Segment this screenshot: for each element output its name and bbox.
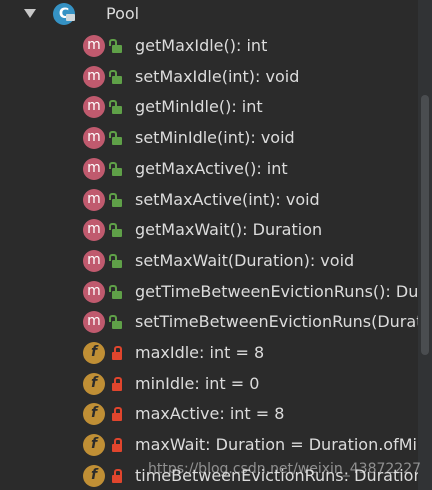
- public-lock-icon: [109, 162, 122, 176]
- method-icon: m: [83, 35, 105, 57]
- method-icon: m: [83, 250, 105, 272]
- member-label: getMinIdle(): int: [135, 97, 263, 116]
- method-item[interactable]: m setMaxActive(int): void: [0, 185, 418, 216]
- method-icon: m: [83, 127, 105, 149]
- method-item[interactable]: m getMaxWait(): Duration: [0, 215, 418, 246]
- method-icon: m: [83, 158, 105, 180]
- method-icon: m: [83, 281, 105, 303]
- method-icon: m: [83, 311, 105, 333]
- public-lock-icon: [109, 254, 122, 268]
- method-item[interactable]: m getMaxIdle(): int: [0, 31, 418, 62]
- member-label: getTimeBetweenEvictionRuns(): Dur: [135, 282, 418, 301]
- member-label: getMaxActive(): int: [135, 159, 288, 178]
- member-label: getMaxIdle(): int: [135, 36, 268, 55]
- private-lock-icon: [112, 346, 122, 360]
- field-icon: f: [83, 434, 105, 456]
- private-lock-icon: [112, 438, 122, 452]
- public-lock-icon: [109, 315, 122, 329]
- method-icon: m: [83, 66, 105, 88]
- member-label: getMaxWait(): Duration: [135, 220, 323, 239]
- method-icon: m: [83, 219, 105, 241]
- member-label: maxIdle: int = 8: [135, 343, 265, 362]
- member-label: setMinIdle(int): void: [135, 128, 295, 147]
- method-icon: m: [83, 96, 105, 118]
- method-item[interactable]: m setMaxWait(Duration): void: [0, 246, 418, 277]
- field-item[interactable]: f maxIdle: int = 8: [0, 338, 418, 369]
- private-lock-icon: [112, 469, 122, 483]
- member-label: maxWait: Duration = Duration.ofMill: [135, 435, 418, 454]
- method-item[interactable]: m setMaxIdle(int): void: [0, 62, 418, 93]
- field-icon: f: [83, 403, 105, 425]
- field-item[interactable]: f maxWait: Duration = Duration.ofMill: [0, 430, 418, 461]
- field-item[interactable]: f maxActive: int = 8: [0, 399, 418, 430]
- member-label: setMaxWait(Duration): void: [135, 251, 355, 270]
- method-item[interactable]: m getMinIdle(): int: [0, 92, 418, 123]
- public-lock-icon: [109, 39, 122, 53]
- lock-icon: [66, 14, 75, 21]
- method-item[interactable]: m getTimeBetweenEvictionRuns(): Dur: [0, 277, 418, 308]
- public-lock-icon: [109, 100, 122, 114]
- method-icon: m: [83, 189, 105, 211]
- structure-tree: C Pool m getMaxIdle(): int m setMaxIdle(int…: [0, 0, 418, 490]
- method-item[interactable]: m getMaxActive(): int: [0, 154, 418, 185]
- public-lock-icon: [109, 70, 122, 84]
- expand-arrow-icon[interactable]: [24, 9, 36, 18]
- public-lock-icon: [109, 131, 122, 145]
- member-label: setMaxIdle(int): void: [135, 67, 300, 86]
- field-item[interactable]: f minIdle: int = 0: [0, 369, 418, 400]
- field-icon: f: [83, 373, 105, 395]
- member-label: minIdle: int = 0: [135, 374, 260, 393]
- member-label: maxActive: int = 8: [135, 404, 285, 423]
- class-node-pool[interactable]: C Pool: [0, 0, 418, 31]
- field-icon: f: [83, 465, 105, 487]
- member-label: setMaxActive(int): void: [135, 190, 320, 209]
- member-label: setTimeBetweenEvictionRuns(Durat: [135, 312, 418, 331]
- method-item[interactable]: m setMinIdle(int): void: [0, 123, 418, 154]
- scrollbar-thumb[interactable]: [421, 95, 429, 355]
- public-lock-icon: [109, 223, 122, 237]
- method-item[interactable]: m setTimeBetweenEvictionRuns(Durat: [0, 307, 418, 338]
- class-name: Pool: [106, 4, 140, 23]
- field-icon: f: [83, 342, 105, 364]
- private-lock-icon: [112, 407, 122, 421]
- private-lock-icon: [112, 377, 122, 391]
- public-lock-icon: [109, 285, 122, 299]
- public-lock-icon: [109, 193, 122, 207]
- watermark: https://blog.csdn.net/weixin_43872227: [148, 461, 422, 477]
